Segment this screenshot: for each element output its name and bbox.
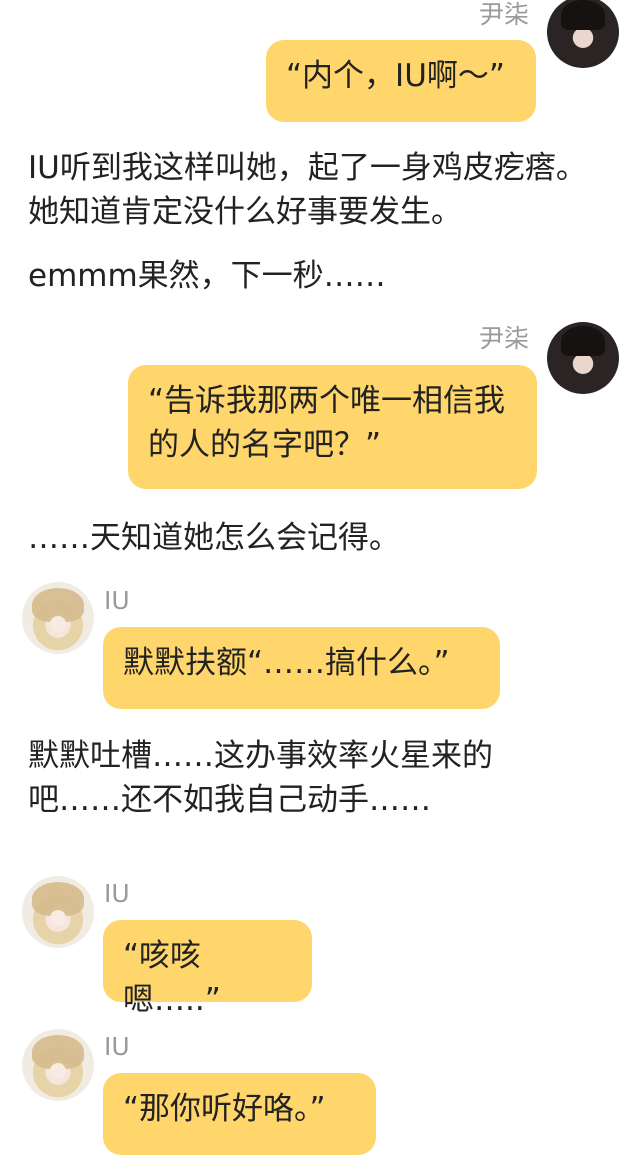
message-text: 默默扶额“……搞什么。” <box>123 645 450 681</box>
avatar-yinqi[interactable] <box>547 322 619 394</box>
sender-name: 尹柒 <box>479 324 530 353</box>
narration-text: IU听到我这样叫她，起了一身鸡皮疙瘩。她知道肯定没什么好事要发生。 <box>28 150 587 230</box>
avatar-iu[interactable] <box>22 1029 94 1101</box>
sender-name: IU <box>104 586 130 615</box>
avatar-iu[interactable] <box>22 582 94 654</box>
avatar-iu[interactable] <box>22 876 94 948</box>
message-text: “告诉我那两个唯一相信我的人的名字吧？” <box>148 383 506 463</box>
message-text: “那你听好咯。” <box>123 1091 326 1127</box>
message-bubble[interactable]: “那你听好咯。” <box>103 1073 376 1155</box>
message-text: “咳咳嗯…..” <box>123 938 221 1018</box>
sender-name: IU <box>104 1032 130 1061</box>
narration-text: emmm果然，下一秒…… <box>28 258 386 294</box>
message-bubble[interactable]: “内个，IU啊～” <box>266 40 536 122</box>
avatar-yinqi[interactable] <box>547 0 619 68</box>
message-text: “内个，IU啊～” <box>286 58 505 94</box>
sender-name: 尹柒 <box>479 0 530 29</box>
narration-text: ……天知道她怎么会记得。 <box>28 520 400 556</box>
message-bubble[interactable]: 默默扶额“……搞什么。” <box>103 627 500 709</box>
narration-text: 默默吐槽……这办事效率火星来的吧……还不如我自己动手…… <box>28 738 493 818</box>
message-bubble[interactable]: “咳咳嗯…..” <box>103 920 312 1018</box>
message-bubble[interactable]: “告诉我那两个唯一相信我的人的名字吧？” <box>128 365 537 489</box>
sender-name: IU <box>104 879 130 908</box>
